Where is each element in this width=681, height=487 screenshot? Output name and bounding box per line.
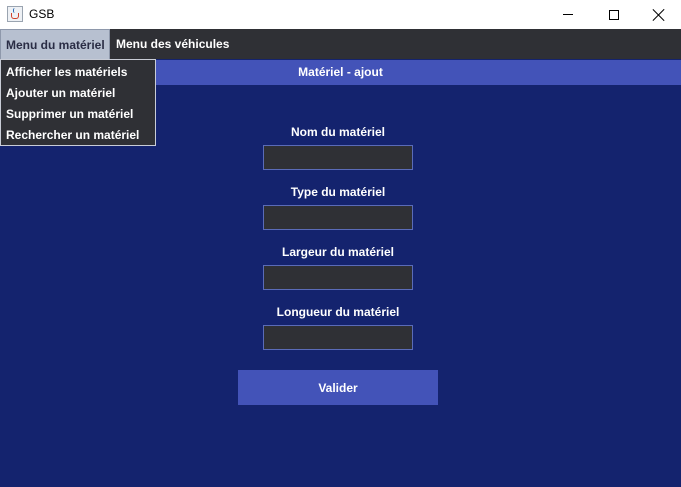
close-icon	[653, 9, 665, 21]
minimize-button[interactable]	[545, 0, 591, 29]
longueur-input[interactable]	[263, 325, 413, 350]
longueur-label: Longueur du matériel	[276, 305, 400, 319]
minimize-icon	[563, 14, 573, 15]
largeur-input[interactable]	[263, 265, 413, 290]
maximize-icon	[609, 9, 619, 20]
type-label: Type du matériel	[290, 185, 386, 199]
largeur-label: Largeur du matériel	[281, 245, 395, 259]
window-titlebar: GSB	[0, 0, 681, 29]
nom-label: Nom du matériel	[290, 125, 386, 139]
nom-input[interactable]	[263, 145, 413, 170]
menu-item-supprimer[interactable]: Supprimer un matériel	[1, 104, 155, 125]
menu-item-rechercher[interactable]: Rechercher un matériel	[1, 125, 155, 146]
valider-button[interactable]: Valider	[238, 370, 438, 405]
menu-bar: Menu du matériel Menu des véhicules	[0, 29, 681, 59]
menu-item-ajouter[interactable]: Ajouter un matériel	[1, 83, 155, 104]
materiel-dropdown-menu: Afficher les matériels Ajouter un matéri…	[0, 59, 156, 146]
java-cup-icon	[7, 6, 23, 22]
maximize-button[interactable]	[591, 0, 637, 29]
menu-vehicules[interactable]: Menu des véhicules	[116, 29, 229, 59]
menu-materiel[interactable]: Menu du matériel	[0, 29, 110, 59]
type-input[interactable]	[263, 205, 413, 230]
menu-item-afficher[interactable]: Afficher les matériels	[1, 62, 155, 83]
close-button[interactable]	[636, 0, 681, 29]
window-title: GSB	[29, 7, 55, 21]
